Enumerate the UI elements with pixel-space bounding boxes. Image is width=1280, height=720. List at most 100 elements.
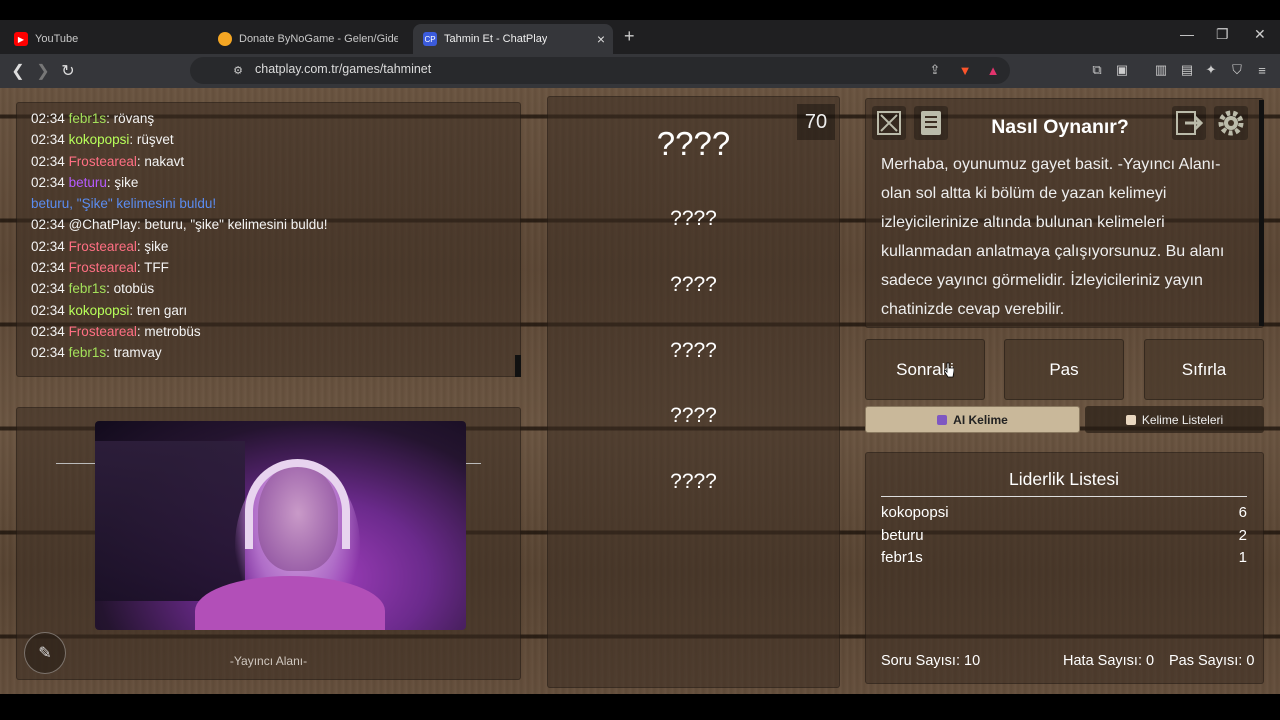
ai-word-label: AI Kelime [953, 412, 1008, 427]
pass-count: Pas Sayısı: 0 [1169, 653, 1255, 669]
chat-username[interactable]: febr1s [69, 111, 107, 126]
notes-icon[interactable] [914, 106, 948, 140]
player-name: kokopopsi [881, 504, 949, 521]
player-name: febr1s [881, 549, 923, 566]
minimize-icon[interactable]: — [1180, 26, 1194, 42]
settings-gear-icon[interactable] [1214, 106, 1248, 140]
next-button[interactable]: Sonraki [865, 339, 985, 400]
chat-time: 02:34 [31, 302, 65, 318]
chat-text: : TFF [136, 260, 169, 276]
brave-shield-icon[interactable]: ▼ [956, 61, 974, 79]
leaderboard-row: kokopopsi 6 [881, 504, 1247, 526]
chat-message: 02:34 febr1s: otobüs [31, 278, 521, 299]
forbidden-word: ???? [670, 207, 717, 230]
wallet-icon[interactable]: ▤ [1178, 61, 1196, 79]
restore-icon[interactable]: ❐ [1216, 26, 1229, 43]
ai-word-tab[interactable]: AI Kelime [865, 406, 1080, 433]
sidebar-icon[interactable]: ▥ [1152, 61, 1170, 79]
list-icon [1125, 414, 1136, 425]
chat-username[interactable]: Frostearеal [69, 239, 137, 254]
error-count: Hata Sayısı: 0 [1063, 653, 1155, 669]
chat-time: 02:34 [31, 153, 65, 169]
chat-text: : metrobüs [136, 323, 201, 339]
back-icon[interactable]: ❮ [7, 60, 29, 82]
chat-scrollbar[interactable] [515, 355, 521, 377]
tab-bar: ▶ YouTube Donate ByNoGame - Gelen/Giden … [0, 20, 1280, 54]
chat-username[interactable]: kokopopsi [69, 303, 130, 318]
chat-time: 02:34 [31, 345, 65, 361]
tab-label: YouTube [35, 33, 79, 45]
tab-youtube[interactable]: ▶ YouTube [4, 24, 204, 54]
site-info-icon[interactable]: ⚙ [229, 61, 247, 79]
chat-username[interactable]: Frostearеal [69, 154, 137, 169]
logout-icon[interactable] [1172, 106, 1206, 140]
tab-label: Donate ByNoGame - Gelen/Giden Ba [239, 33, 398, 45]
youtube-icon: ▶ [14, 32, 28, 46]
chat-text: : şike [136, 238, 169, 254]
chat-time: 02:34 [31, 217, 65, 233]
word-lists-label: Kelime Listeleri [1141, 412, 1224, 427]
chat-username[interactable]: Frostearеal [69, 324, 137, 339]
player-name: beturu [881, 527, 924, 544]
chat-time: 02:34 [31, 132, 65, 148]
word-lists-tab[interactable]: Kelime Listeleri [1085, 406, 1264, 433]
robot-icon [937, 414, 948, 425]
chat-username[interactable]: @ChatPlay [69, 217, 137, 232]
chat-username[interactable]: kokopopsi [69, 132, 130, 147]
close-tab-icon[interactable]: × [597, 31, 605, 47]
menu-icon[interactable]: ≡ [1253, 61, 1271, 79]
chat-panel: 02:34 febr1s: rövanş 02:34 kokopopsi: rüş… [16, 102, 521, 377]
chat-time: 02:34 [31, 281, 65, 297]
chat-text: : şike [106, 174, 139, 190]
chat-text: : beturu, "şike" kelimesini buldu! [137, 217, 328, 233]
chat-username[interactable]: Frostearеal [69, 260, 137, 275]
close-window-icon[interactable]: ✕ [1254, 26, 1266, 43]
chat-username[interactable]: febr1s [69, 345, 107, 360]
chat-time: 02:34 [31, 238, 65, 254]
chat-time: 02:34 [31, 323, 65, 339]
new-tab-icon[interactable]: + [624, 26, 635, 47]
reload-icon[interactable]: ↻ [57, 60, 79, 82]
chat-text: : otobüs [106, 281, 155, 297]
tab-bynogame[interactable]: Donate ByNoGame - Gelen/Giden Ba [208, 24, 408, 54]
scrollbar[interactable] [1259, 100, 1264, 326]
chat-message: 02:34 febr1s: rövanş [31, 108, 521, 129]
how-to-play-title: Nasıl Oynanır? [991, 116, 1129, 138]
screenshot-icon[interactable]: ▣ [1113, 61, 1131, 79]
leo-ai-icon[interactable]: ✦ [1202, 61, 1220, 79]
leaderboard-row: febr1s 1 [881, 549, 1247, 571]
chat-username[interactable]: febr1s [69, 281, 107, 296]
webcam-feed [95, 421, 466, 630]
question-count: Soru Sayısı: 10 [881, 653, 981, 669]
streamer-area-label: -Yayıncı Alanı- [229, 654, 308, 668]
chat-text: : rüşvet [129, 132, 174, 148]
fullscreen-icon[interactable] [872, 106, 906, 140]
forward-icon[interactable]: ❯ [32, 60, 54, 82]
reset-button[interactable]: Sıfırla [1144, 339, 1264, 400]
main-word: ???? [656, 125, 731, 162]
streamer-area: ✎ -Yayıncı Alanı- [16, 407, 521, 680]
url-text[interactable]: chatplay.com.tr/games/tahminet [255, 62, 431, 76]
chat-time: 02:34 [31, 174, 65, 190]
forbidden-word: ???? [670, 404, 717, 427]
pass-button[interactable]: Pas [1004, 339, 1124, 400]
how-to-play-panel: Nasıl Oynanır? Merhaba, oyunumuz gayet b… [865, 98, 1264, 328]
tab-chatplay[interactable]: CP Tahmin Et - ChatPlay × [413, 24, 613, 54]
chat-username[interactable]: beturu [69, 175, 107, 190]
extensions-icon[interactable]: ⧉ [1088, 61, 1106, 79]
brave-rewards-icon[interactable]: ▲ [984, 61, 1002, 79]
chat-message: 02:34 kokopopsi: rüşvet [31, 129, 521, 150]
chat-text: : rövanş [106, 111, 155, 126]
mouse-cursor-icon [944, 362, 954, 378]
chat-time: 02:34 [31, 111, 65, 126]
chat-message: 02:34 Frostearеal: metrobüs [31, 321, 521, 342]
tab-label: Tahmin Et - ChatPlay [444, 33, 548, 45]
words-column: 70 ???? ???? ???? ???? ???? ???? [547, 96, 840, 688]
vpn-icon[interactable]: ⛉ [1228, 61, 1246, 79]
leaderboard-title: Liderlik Listesi [881, 469, 1247, 497]
leaderboard-row: beturu 2 [881, 527, 1247, 549]
forbidden-word: ???? [670, 273, 717, 296]
divider [56, 463, 96, 464]
share-icon[interactable]: ⇪ [926, 61, 944, 79]
forbidden-word: ???? [670, 339, 717, 362]
